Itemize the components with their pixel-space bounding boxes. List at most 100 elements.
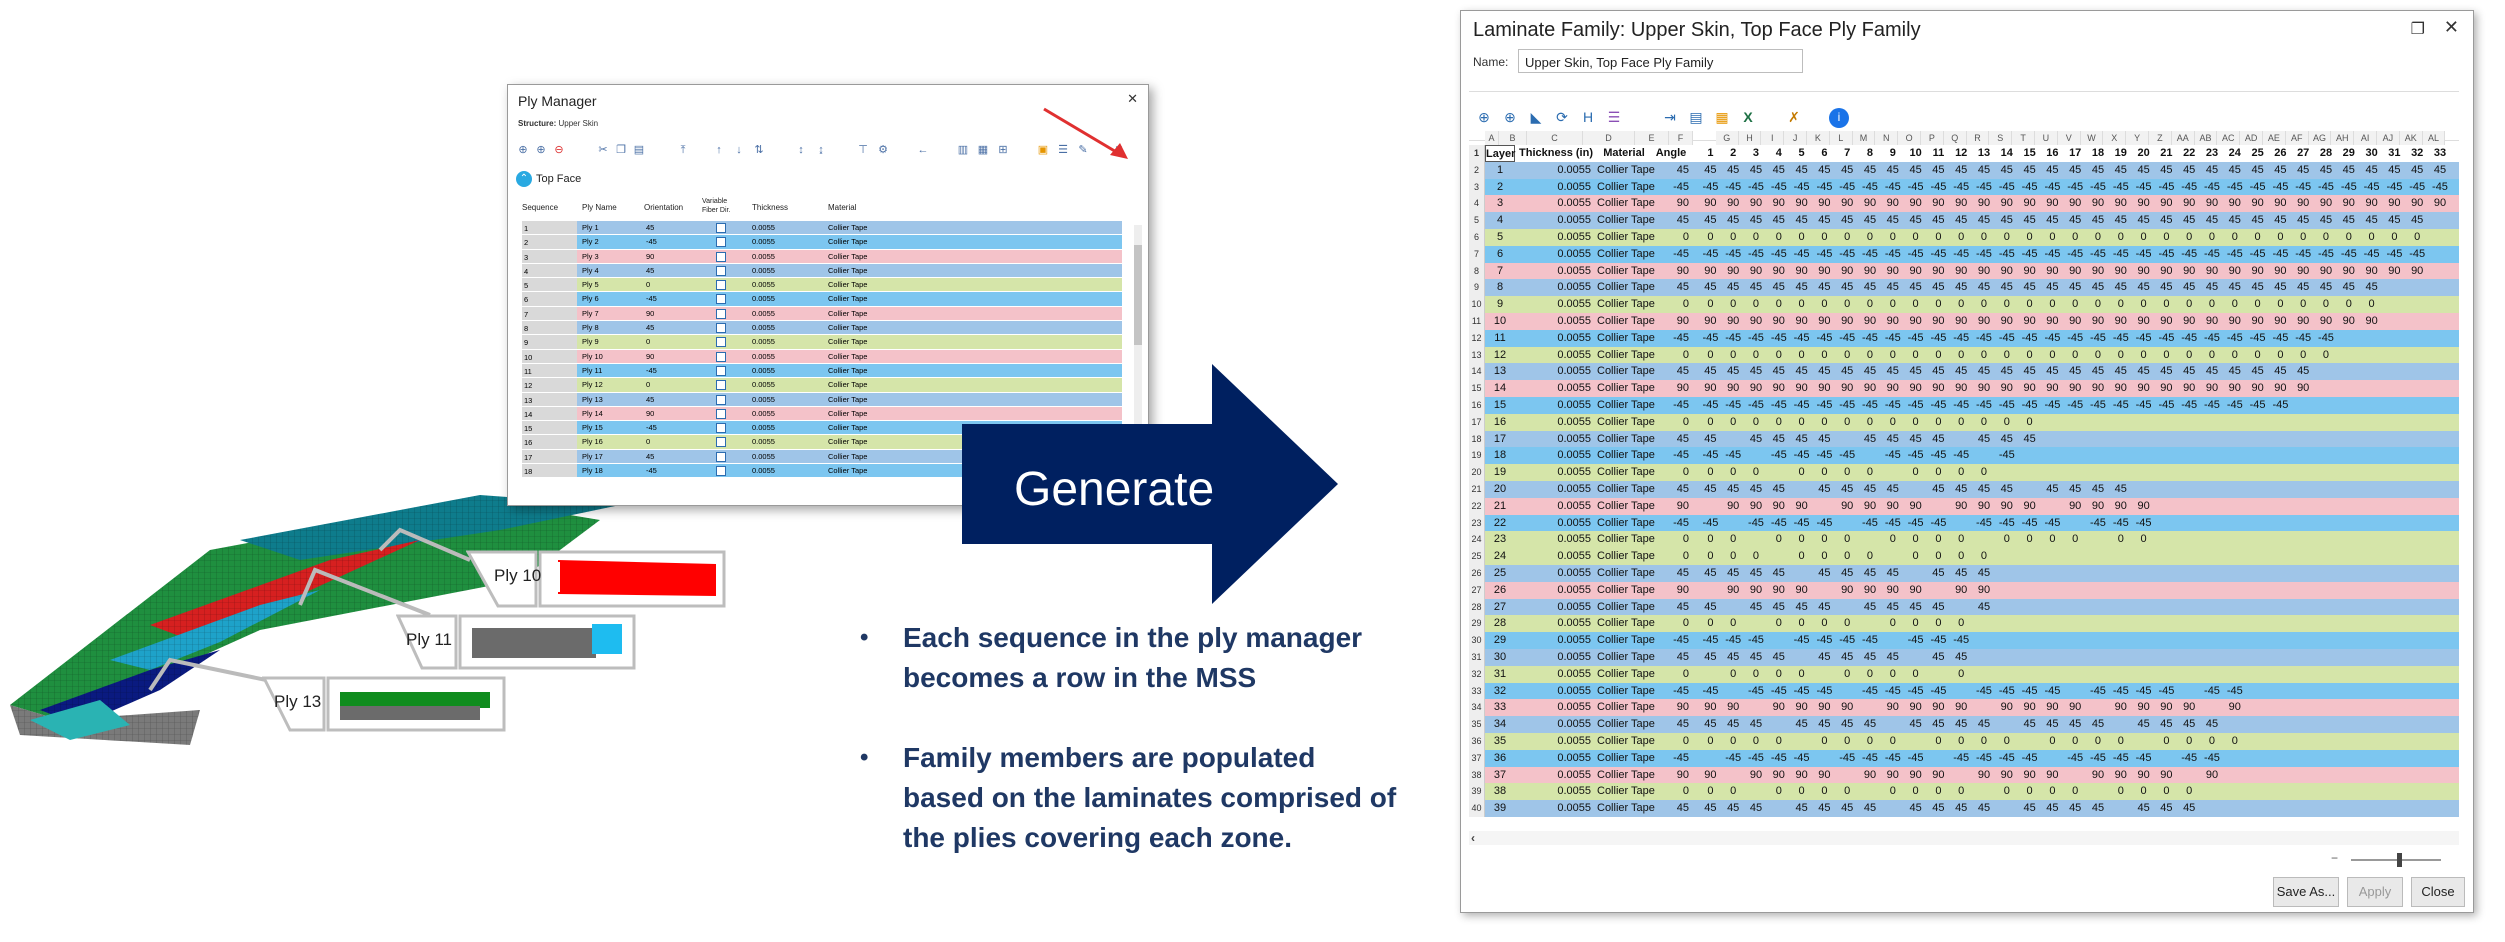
- member-angle-cell[interactable]: 0: [1950, 733, 1973, 750]
- member-angle-cell[interactable]: 0: [1904, 666, 1927, 683]
- thickness-cell[interactable]: 0.0055: [1517, 447, 1591, 464]
- member-angle-cell[interactable]: -45: [1790, 515, 1813, 532]
- member-angle-cell[interactable]: 90: [2292, 380, 2315, 397]
- member-angle-cell[interactable]: 0: [1927, 414, 1950, 431]
- member-angle-cell[interactable]: -45: [1950, 330, 1973, 347]
- member-angle-cell[interactable]: -45: [2337, 246, 2360, 263]
- layer-cell[interactable]: 31: [1485, 666, 1515, 683]
- member-angle-cell[interactable]: -45: [1813, 515, 1836, 532]
- member-angle-cell[interactable]: 45: [1813, 565, 1836, 582]
- member-angle-cell[interactable]: 0: [1699, 414, 1722, 431]
- cut-icon[interactable]: ✂: [596, 143, 610, 157]
- member-angle-cell[interactable]: 45: [1813, 162, 1836, 179]
- zoom-thumb[interactable]: [2397, 853, 2402, 867]
- material-cell[interactable]: Collier Tape: [1597, 699, 1657, 716]
- member-angle-cell[interactable]: 90: [1813, 195, 1836, 212]
- angle-cell[interactable]: 45: [1653, 162, 1689, 179]
- member-angle-cell[interactable]: 90: [1745, 767, 1768, 784]
- member-angle-cell[interactable]: 0: [2246, 296, 2269, 313]
- material-cell[interactable]: Collier Tape: [1597, 363, 1657, 380]
- member-angle-cell[interactable]: 0: [1995, 296, 2018, 313]
- member-angle-cell[interactable]: 0: [2360, 296, 2383, 313]
- member-angle-cell[interactable]: 90: [2223, 380, 2246, 397]
- member-angle-cell[interactable]: 0: [2132, 783, 2155, 800]
- member-angle-cell[interactable]: 90: [2109, 380, 2132, 397]
- material-cell[interactable]: Collier Tape: [1597, 800, 1657, 817]
- member-angle-cell[interactable]: -45: [1904, 246, 1927, 263]
- member-angle-cell[interactable]: 90: [2201, 380, 2224, 397]
- member-angle-cell[interactable]: -45: [2155, 683, 2178, 700]
- member-angle-cell[interactable]: 0: [1973, 733, 1996, 750]
- material-cell[interactable]: Collier Tape: [1597, 531, 1657, 548]
- member-angle-cell[interactable]: 0: [1745, 464, 1768, 481]
- member-angle-cell[interactable]: 45: [1699, 431, 1722, 448]
- thickness-cell[interactable]: 0.0055: [1517, 179, 1591, 196]
- table-row[interactable]: 6 5 0.0055 Collier Tape 0 0 0 0 0 0 0 0 0 0 0 0 0 0 0 0 0 0 0 0…: [1469, 229, 2459, 246]
- member-angle-cell[interactable]: 45: [1904, 431, 1927, 448]
- member-angle-cell[interactable]: -45: [1927, 246, 1950, 263]
- grid-icon[interactable]: ▦: [976, 143, 990, 157]
- table-row[interactable]: 26 25 0.0055 Collier Tape 45 45 45 45 45 45 45 45 45…: [1469, 565, 2459, 582]
- layer-cell[interactable]: 20: [1485, 481, 1515, 498]
- member-angle-cell[interactable]: -45: [1995, 246, 2018, 263]
- angle-cell[interactable]: -45: [1653, 179, 1689, 196]
- member-angle-cell[interactable]: 45: [1927, 363, 1950, 380]
- thickness-cell[interactable]: 0.0055: [1517, 531, 1591, 548]
- paste-icon[interactable]: ▤: [632, 143, 646, 157]
- thickness-cell[interactable]: 0.0055: [1517, 380, 1591, 397]
- member-angle-cell[interactable]: -45: [2018, 330, 2041, 347]
- angle-cell[interactable]: 0: [1653, 464, 1689, 481]
- table-row[interactable]: 1 Ply 1 45 0.0055 Collier Tape: [522, 221, 1122, 236]
- member-angle-cell[interactable]: 90: [1904, 699, 1927, 716]
- member-angle-cell[interactable]: 45: [1995, 212, 2018, 229]
- layer-cell[interactable]: 3: [1485, 195, 1515, 212]
- table-row[interactable]: 8 7 0.0055 Collier Tape 90 90 90 90 90 90 90 90 90 90…: [1469, 262, 2459, 280]
- member-angle-cell[interactable]: 45: [1699, 716, 1722, 733]
- member-angle-cell[interactable]: 45: [2155, 800, 2178, 817]
- layer-cell[interactable]: 39: [1485, 800, 1515, 817]
- table-row[interactable]: 40 39 0.0055 Collier Tape 45 45 45 45 45 45 45 45 45…: [1469, 800, 2459, 817]
- member-angle-cell[interactable]: 90: [1881, 498, 1904, 515]
- member-angle-cell[interactable]: 0: [1836, 229, 1859, 246]
- member-angle-cell[interactable]: 45: [2018, 212, 2041, 229]
- member-angle-cell[interactable]: 45: [2018, 716, 2041, 733]
- member-angle-cell[interactable]: 90: [1790, 699, 1813, 716]
- member-angle-cell[interactable]: 45: [1790, 212, 1813, 229]
- member-angle-cell[interactable]: 45: [2155, 162, 2178, 179]
- member-angle-cell[interactable]: 45: [1859, 565, 1882, 582]
- member-angle-cell[interactable]: 90: [2132, 380, 2155, 397]
- layer-cell[interactable]: 17: [1485, 431, 1515, 448]
- table-row[interactable]: 3 2 0.0055 Collier Tape -45 -45 -45 -45 -45 -45 -4…: [1469, 178, 2459, 196]
- member-angle-cell[interactable]: 0: [1995, 531, 2018, 548]
- member-angle-cell[interactable]: -45: [2087, 750, 2110, 767]
- member-angle-cell[interactable]: 45: [2201, 363, 2224, 380]
- member-angle-cell[interactable]: 90: [1722, 582, 1745, 599]
- member-angle-cell[interactable]: -45: [1722, 750, 1745, 767]
- member-angle-cell[interactable]: 0: [1950, 666, 1973, 683]
- member-angle-cell[interactable]: 90: [2406, 263, 2429, 280]
- member-angle-cell[interactable]: -45: [1745, 632, 1768, 649]
- material-cell[interactable]: Collier Tape: [1597, 615, 1657, 632]
- member-angle-cell[interactable]: 0: [1836, 783, 1859, 800]
- material-cell[interactable]: Collier Tape: [1597, 565, 1657, 582]
- member-angle-cell[interactable]: -45: [2201, 397, 2224, 414]
- member-angle-cell[interactable]: 90: [2109, 498, 2132, 515]
- angle-cell[interactable]: -45: [1653, 447, 1689, 464]
- member-angle-cell[interactable]: -45: [1950, 179, 1973, 196]
- member-angle-cell[interactable]: 45: [1745, 481, 1768, 498]
- member-angle-cell[interactable]: 90: [1813, 313, 1836, 330]
- member-angle-cell[interactable]: 90: [2178, 313, 2201, 330]
- member-angle-cell[interactable]: 0: [2269, 229, 2292, 246]
- member-angle-cell[interactable]: 0: [1995, 783, 2018, 800]
- angle-cell[interactable]: -45: [1653, 750, 1689, 767]
- angle-cell[interactable]: 45: [1653, 716, 1689, 733]
- column-letter[interactable]: L: [1829, 131, 1853, 145]
- member-angle-cell[interactable]: -45: [1790, 330, 1813, 347]
- member-angle-cell[interactable]: 45: [1859, 279, 1882, 296]
- table-row[interactable]: 12 11 0.0055 Collier Tape -45 -45 -45 -45 -45 -45…: [1469, 329, 2459, 347]
- member-angle-cell[interactable]: 45: [1699, 800, 1722, 817]
- member-angle-cell[interactable]: -45: [1813, 397, 1836, 414]
- member-angle-cell[interactable]: 45: [2064, 212, 2087, 229]
- member-angle-cell[interactable]: -45: [1950, 246, 1973, 263]
- member-angle-cell[interactable]: -45: [1859, 179, 1882, 196]
